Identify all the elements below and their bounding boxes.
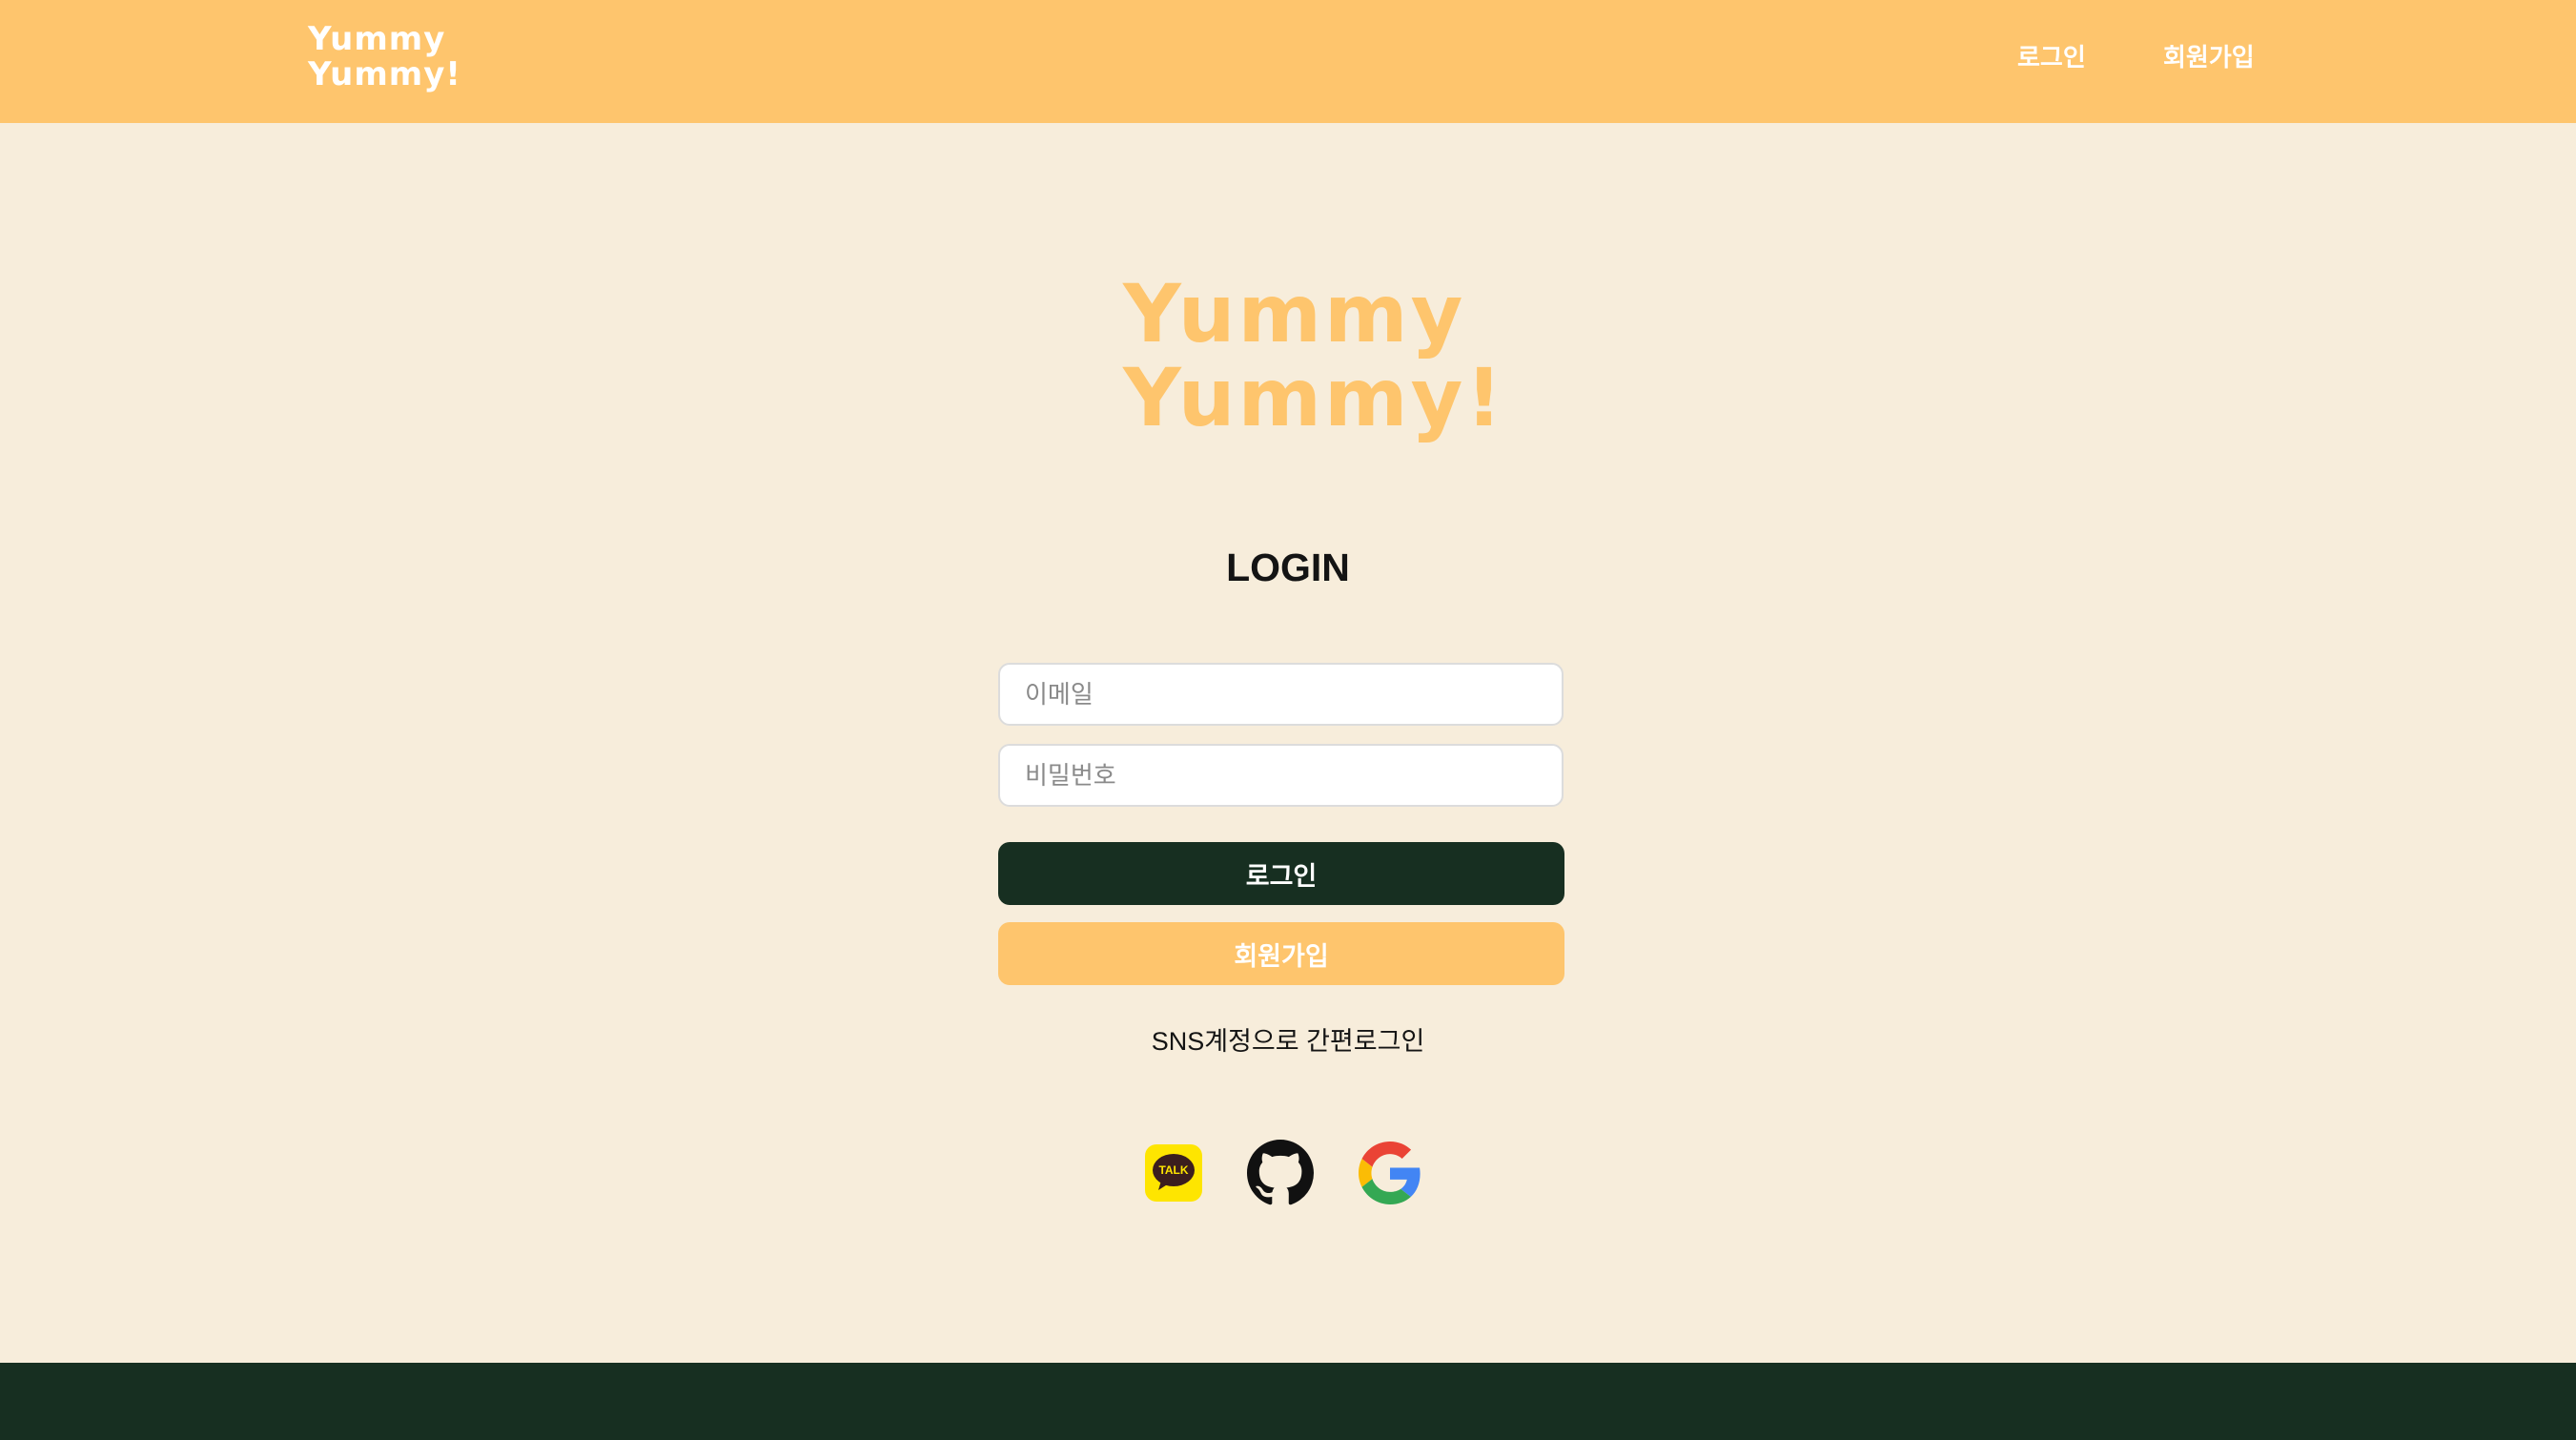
sns-login-label: SNS계정으로 간편로그인 — [1151, 1027, 1425, 1056]
header-logo-line1: Yummy — [308, 20, 446, 58]
header: Yummy Yummy! 로그인 회원가입 — [0, 0, 2576, 123]
kakao-talk-icon: TALK — [1145, 1144, 1202, 1202]
password-field[interactable] — [998, 744, 1564, 807]
kakao-label: TALK — [1158, 1163, 1188, 1177]
footer — [0, 1363, 2576, 1440]
github-login-button[interactable] — [1247, 1140, 1314, 1206]
main-logo: Yummy Yummy! — [1123, 274, 1505, 442]
login-button[interactable]: 로그인 — [998, 842, 1564, 905]
signup-button[interactable]: 회원가입 — [998, 922, 1564, 985]
nav-signup-link[interactable]: 회원가입 — [2163, 36, 2255, 78]
google-login-button[interactable] — [1357, 1140, 1423, 1206]
kakao-login-button[interactable]: TALK — [1140, 1140, 1207, 1206]
github-icon — [1247, 1140, 1314, 1205]
header-logo[interactable]: Yummy Yummy! — [308, 23, 461, 93]
google-icon — [1359, 1142, 1421, 1204]
main-logo-line2: Yummy! — [1123, 351, 1505, 444]
nav-login-link[interactable]: 로그인 — [2017, 36, 2086, 78]
email-field[interactable] — [998, 663, 1564, 726]
page-title: LOGIN — [1226, 545, 1350, 589]
main-logo-line1: Yummy — [1123, 267, 1466, 360]
header-logo-line2: Yummy! — [308, 55, 461, 93]
